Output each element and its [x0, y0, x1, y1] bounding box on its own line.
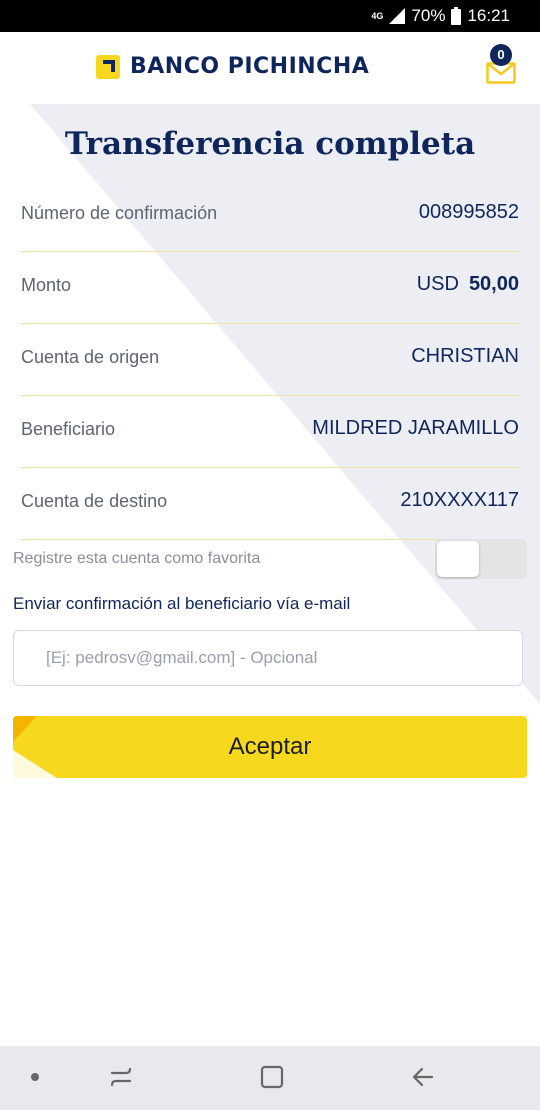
favorite-label: Registre esta cuenta como favorita — [13, 550, 261, 567]
dot-icon[interactable] — [30, 1072, 40, 1082]
status-bar: 4G 70% 16:21 — [0, 0, 540, 32]
destination-account-value: 210XXXX117 — [400, 489, 519, 511]
email-section-label: Enviar confirmación al beneficiario vía … — [13, 594, 351, 613]
back-icon[interactable] — [410, 1064, 436, 1090]
mailbox-button[interactable]: 0 — [484, 44, 518, 84]
app-header: BANCO PICHINCHA 0 — [0, 32, 540, 104]
toggle-knob — [437, 541, 479, 577]
home-icon[interactable] — [259, 1064, 285, 1090]
accept-button-label: Aceptar — [228, 733, 312, 760]
detail-row-origin-account: Cuenta de origen CHRISTIAN — [21, 323, 519, 396]
detail-row-amount: Monto USD 50,00 — [21, 251, 519, 324]
recent-apps-icon[interactable] — [108, 1064, 134, 1090]
brand-mark-icon — [96, 54, 120, 79]
detail-label: Cuenta de origen — [21, 347, 160, 367]
detail-label: Número de confirmación — [21, 203, 218, 223]
favorite-toggle[interactable] — [435, 539, 527, 579]
detail-row-destination-account: Cuenta de destino 210XXXX117 — [21, 467, 519, 540]
brand-logo: BANCO PICHINCHA — [96, 54, 369, 79]
detail-row-confirmation: Número de confirmación 008995852 — [21, 179, 519, 252]
page-title: Transferencia completa — [64, 126, 476, 162]
system-navigation-bar — [0, 1046, 540, 1110]
amount-number: 50,00 — [468, 273, 519, 295]
beneficiary-email-input[interactable] — [13, 630, 523, 686]
signal-icon — [389, 8, 406, 24]
brand-name: BANCO PICHINCHA — [130, 54, 370, 79]
confirmation-number: 008995852 — [418, 201, 519, 223]
detail-label: Monto — [21, 275, 72, 295]
accept-button[interactable]: Aceptar — [13, 716, 527, 778]
detail-row-beneficiary: Beneficiario MILDRED JARAMILLO — [21, 395, 519, 468]
battery-percent: 70% — [411, 6, 446, 25]
transfer-summary: Transferencia completa Número de confirm… — [0, 104, 540, 1046]
mail-count-badge: 0 — [490, 44, 512, 66]
origin-account-value: CHRISTIAN — [411, 345, 519, 367]
network-indicator: 4G — [371, 10, 384, 21]
battery-icon — [451, 7, 462, 25]
detail-label: Beneficiario — [21, 419, 116, 439]
beneficiary-value: MILDRED JARAMILLO — [312, 417, 519, 439]
amount-value: USD 50,00 — [417, 273, 519, 296]
amount-currency: USD — [416, 273, 459, 295]
detail-label: Cuenta de destino — [21, 491, 168, 511]
clock: 16:21 — [467, 6, 510, 25]
